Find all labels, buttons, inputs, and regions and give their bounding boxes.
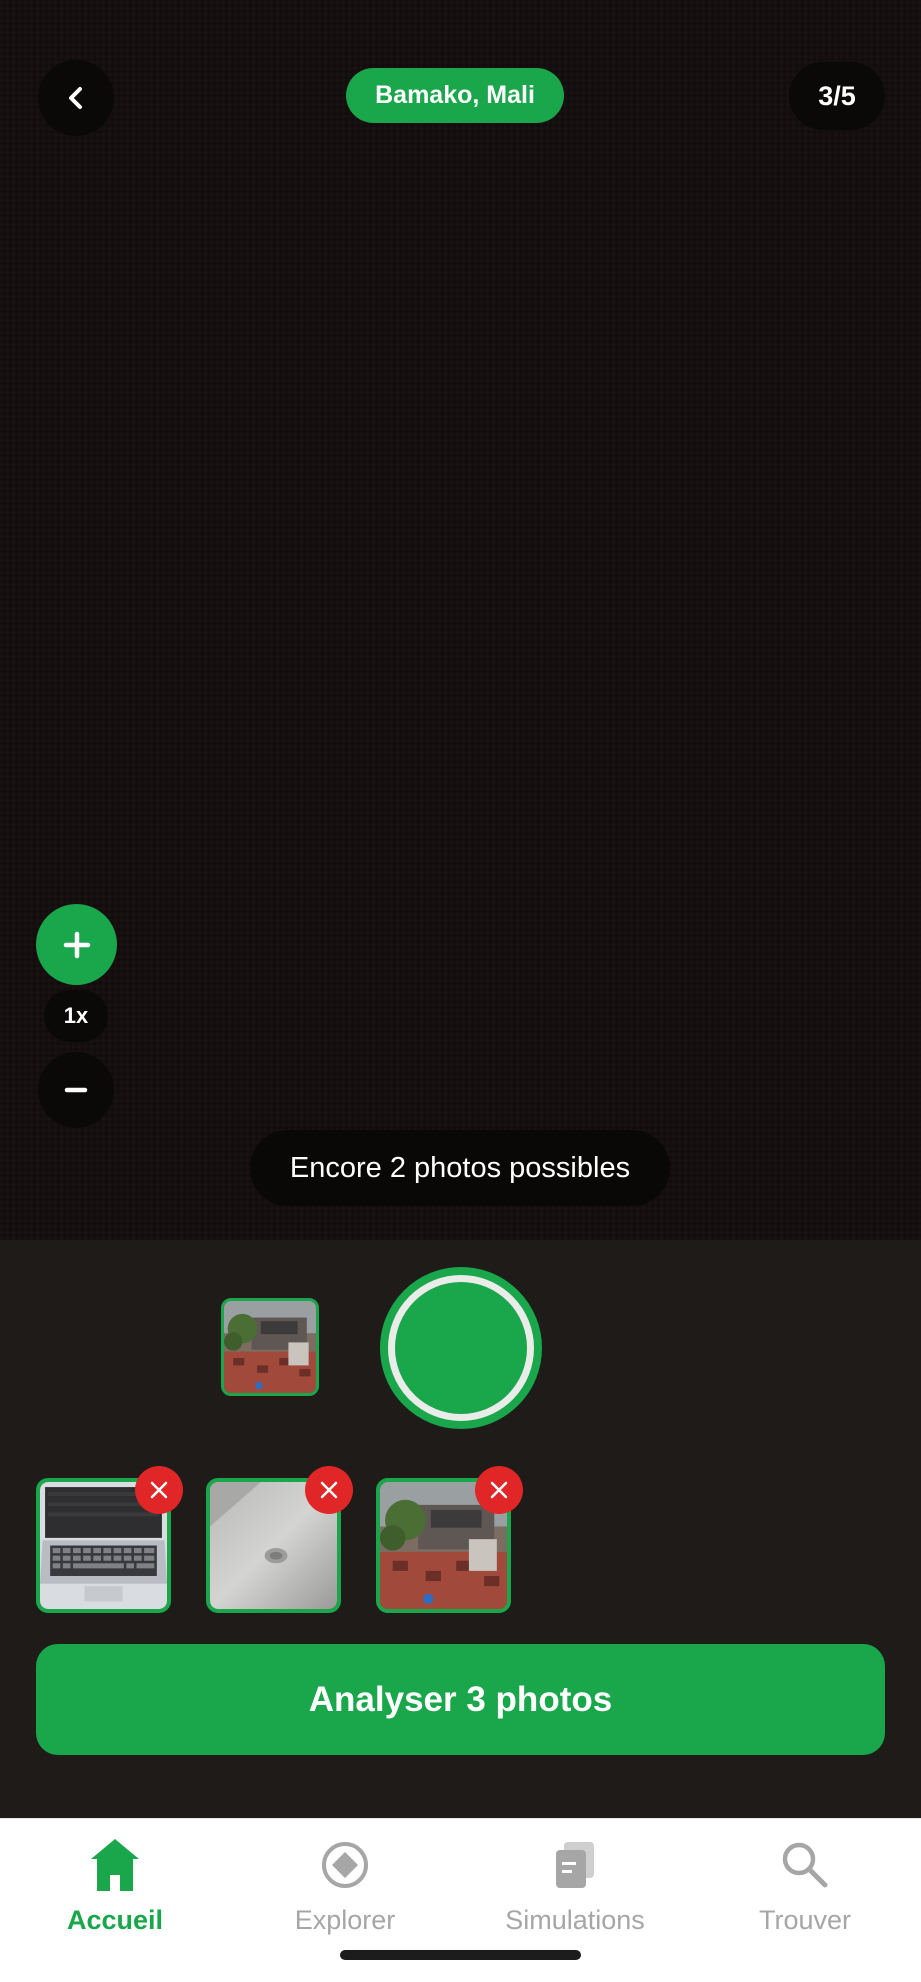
location-badge[interactable]: Bamako, Mali [346, 68, 564, 123]
plus-icon [63, 931, 90, 958]
search-icon [775, 1835, 835, 1895]
remove-photo-1-button[interactable] [135, 1466, 183, 1514]
analyze-photos-button[interactable]: Analyser 3 photos [36, 1644, 885, 1755]
home-icon [85, 1835, 145, 1895]
remove-photo-3-button[interactable] [475, 1466, 523, 1514]
courtyard-thumbnail-image [224, 1301, 316, 1393]
document-stack-icon [545, 1835, 605, 1895]
tab-label: Explorer [294, 1905, 396, 1935]
home-indicator[interactable] [340, 1950, 581, 1960]
photos-remaining-hint: Encore 2 photos possibles [250, 1130, 670, 1206]
tab-explorer[interactable]: Explorer [230, 1819, 460, 1969]
zoom-out-button[interactable] [38, 1052, 114, 1128]
tab-label: Simulations [505, 1905, 645, 1935]
zoom-level: 1x [44, 990, 108, 1042]
last-photo-thumbnail[interactable] [221, 1298, 319, 1396]
minus-icon [64, 1087, 88, 1093]
tab-simulations[interactable]: Simulations [460, 1819, 690, 1969]
tab-accueil[interactable]: Accueil [0, 1819, 230, 1969]
remove-photo-2-button[interactable] [305, 1466, 353, 1514]
chevron-left-icon [69, 87, 82, 109]
shutter-inner [395, 1282, 527, 1414]
close-icon [320, 1481, 338, 1499]
back-button[interactable] [38, 60, 114, 136]
photo-counter: 3/5 [789, 62, 885, 130]
camera-screen: Bamako, Mali 3/5 1x Encore 2 photos poss… [0, 0, 921, 1982]
zoom-in-button[interactable] [36, 904, 117, 985]
tab-label: Accueil [66, 1905, 164, 1935]
close-icon [150, 1481, 168, 1499]
close-icon [490, 1481, 508, 1499]
camera-viewfinder[interactable] [0, 0, 921, 1240]
compass-icon [315, 1835, 375, 1895]
tab-trouver[interactable]: Trouver [690, 1819, 920, 1969]
tab-label: Trouver [758, 1905, 852, 1935]
shutter-button[interactable] [380, 1267, 542, 1429]
